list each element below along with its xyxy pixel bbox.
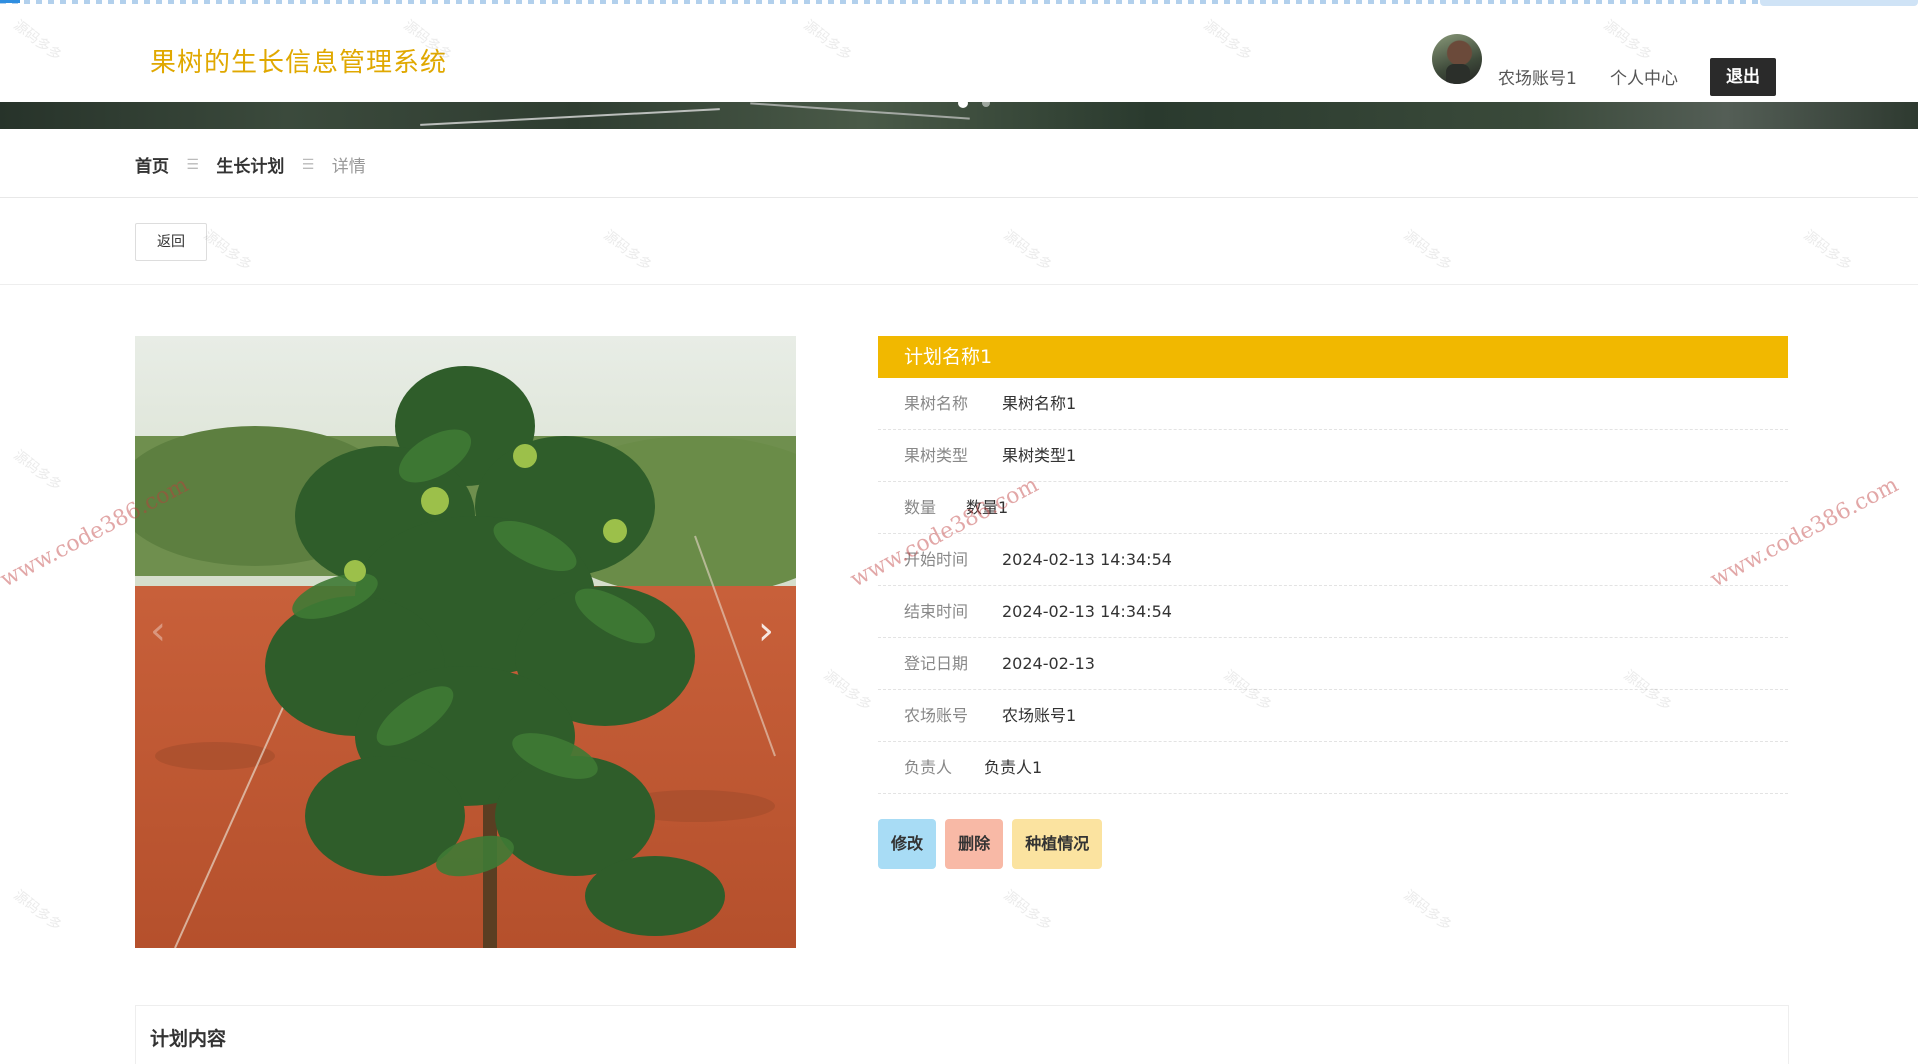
section-title: 计划内容 — [150, 1028, 227, 1050]
watermark-tile: 源码多多 — [1400, 887, 1455, 935]
field-label: 果树类型 — [904, 446, 969, 465]
logout-button[interactable]: 退出 — [1710, 58, 1776, 96]
detail-row: 登记日期 2024-02-13 — [878, 638, 1788, 690]
divider — [0, 197, 1918, 198]
banner-dot-active[interactable] — [958, 98, 968, 108]
edit-button[interactable]: 修改 — [878, 819, 937, 869]
detail-row: 果树类型 果树类型1 — [878, 430, 1788, 482]
user-avatar[interactable] — [1432, 34, 1482, 84]
field-value: 数量1 — [966, 498, 1009, 517]
site-title[interactable]: 果树的生长信息管理系统 — [150, 42, 447, 79]
carousel-prev-icon[interactable]: ‹ — [143, 606, 173, 656]
watermark-tile: 源码多多 — [1800, 227, 1855, 275]
field-label: 登记日期 — [904, 654, 969, 673]
user-name-link[interactable]: 农场账号1 — [1498, 64, 1577, 89]
field-label: 果树名称 — [904, 394, 969, 413]
watermark-tile: 源码多多 — [1400, 227, 1455, 275]
field-value: 2024-02-13 14:34:54 — [1002, 550, 1172, 569]
detail-row: 负责人 负责人1 — [878, 742, 1788, 794]
watermark-tile: 源码多多 — [200, 227, 255, 275]
top-progress-indicator — [0, 0, 20, 3]
field-label: 开始时间 — [904, 550, 969, 569]
top-accent — [1760, 0, 1918, 6]
watermark-tile: 源码多多 — [1000, 227, 1055, 275]
watermark-tile: 源码多多 — [10, 887, 65, 935]
image-carousel[interactable]: ‹ › — [135, 336, 796, 948]
breadcrumb: 首页 ☰ 生长计划 ☰ 详情 — [135, 152, 366, 178]
breadcrumb-separator-icon: ☰ — [186, 156, 199, 173]
back-button[interactable]: 返回 — [135, 223, 207, 261]
plan-detail-panel: 计划名称1 果树名称 果树名称1 果树类型 果树类型1 数量 数量1 开始时间 … — [878, 336, 1788, 794]
field-value: 农场账号1 — [1002, 706, 1077, 725]
carousel-next-icon[interactable]: › — [751, 606, 781, 656]
field-value: 果树名称1 — [1002, 394, 1077, 413]
field-value: 2024-02-13 14:34:54 — [1002, 602, 1172, 621]
pear-tree-photo — [135, 336, 796, 948]
field-value: 果树类型1 — [1002, 446, 1077, 465]
breadcrumb-home[interactable]: 首页 — [135, 152, 169, 177]
field-value: 负责人1 — [984, 758, 1043, 777]
plan-content-section: 计划内容 — [135, 1005, 1789, 1064]
field-label: 数量 — [904, 498, 937, 517]
header: 果树的生长信息管理系统 农场账号1 个人中心 退出 — [0, 18, 1918, 102]
detail-row: 数量 数量1 — [878, 482, 1788, 534]
top-loading-line — [0, 0, 1918, 4]
breadcrumb-separator-icon: ☰ — [301, 156, 315, 173]
field-label: 负责人 — [904, 758, 953, 777]
field-value: 2024-02-13 — [1002, 654, 1095, 673]
detail-row: 结束时间 2024-02-13 14:34:54 — [878, 586, 1788, 638]
plan-title: 计划名称1 — [878, 336, 1788, 378]
delete-button[interactable]: 删除 — [945, 819, 1004, 869]
watermark-tile: 源码多多 — [10, 447, 65, 495]
detail-row: 农场账号 农场账号1 — [878, 690, 1788, 742]
detail-row: 果树名称 果树名称1 — [878, 378, 1788, 430]
breadcrumb-growth-plan[interactable]: 生长计划 — [216, 152, 284, 177]
field-label: 结束时间 — [904, 602, 969, 621]
banner-dot[interactable] — [982, 99, 990, 107]
breadcrumb-current: 详情 — [331, 157, 366, 177]
detail-row: 开始时间 2024-02-13 14:34:54 — [878, 534, 1788, 586]
watermark-tile: 源码多多 — [820, 667, 875, 715]
divider — [0, 284, 1918, 285]
watermark-tile: 源码多多 — [1000, 887, 1055, 935]
personal-center-link[interactable]: 个人中心 — [1610, 64, 1678, 89]
action-buttons: 修改 删除 种植情况 — [878, 819, 1106, 869]
field-label: 农场账号 — [904, 706, 969, 725]
planting-status-button[interactable]: 种植情况 — [1012, 819, 1103, 869]
watermark-tile: 源码多多 — [600, 227, 655, 275]
